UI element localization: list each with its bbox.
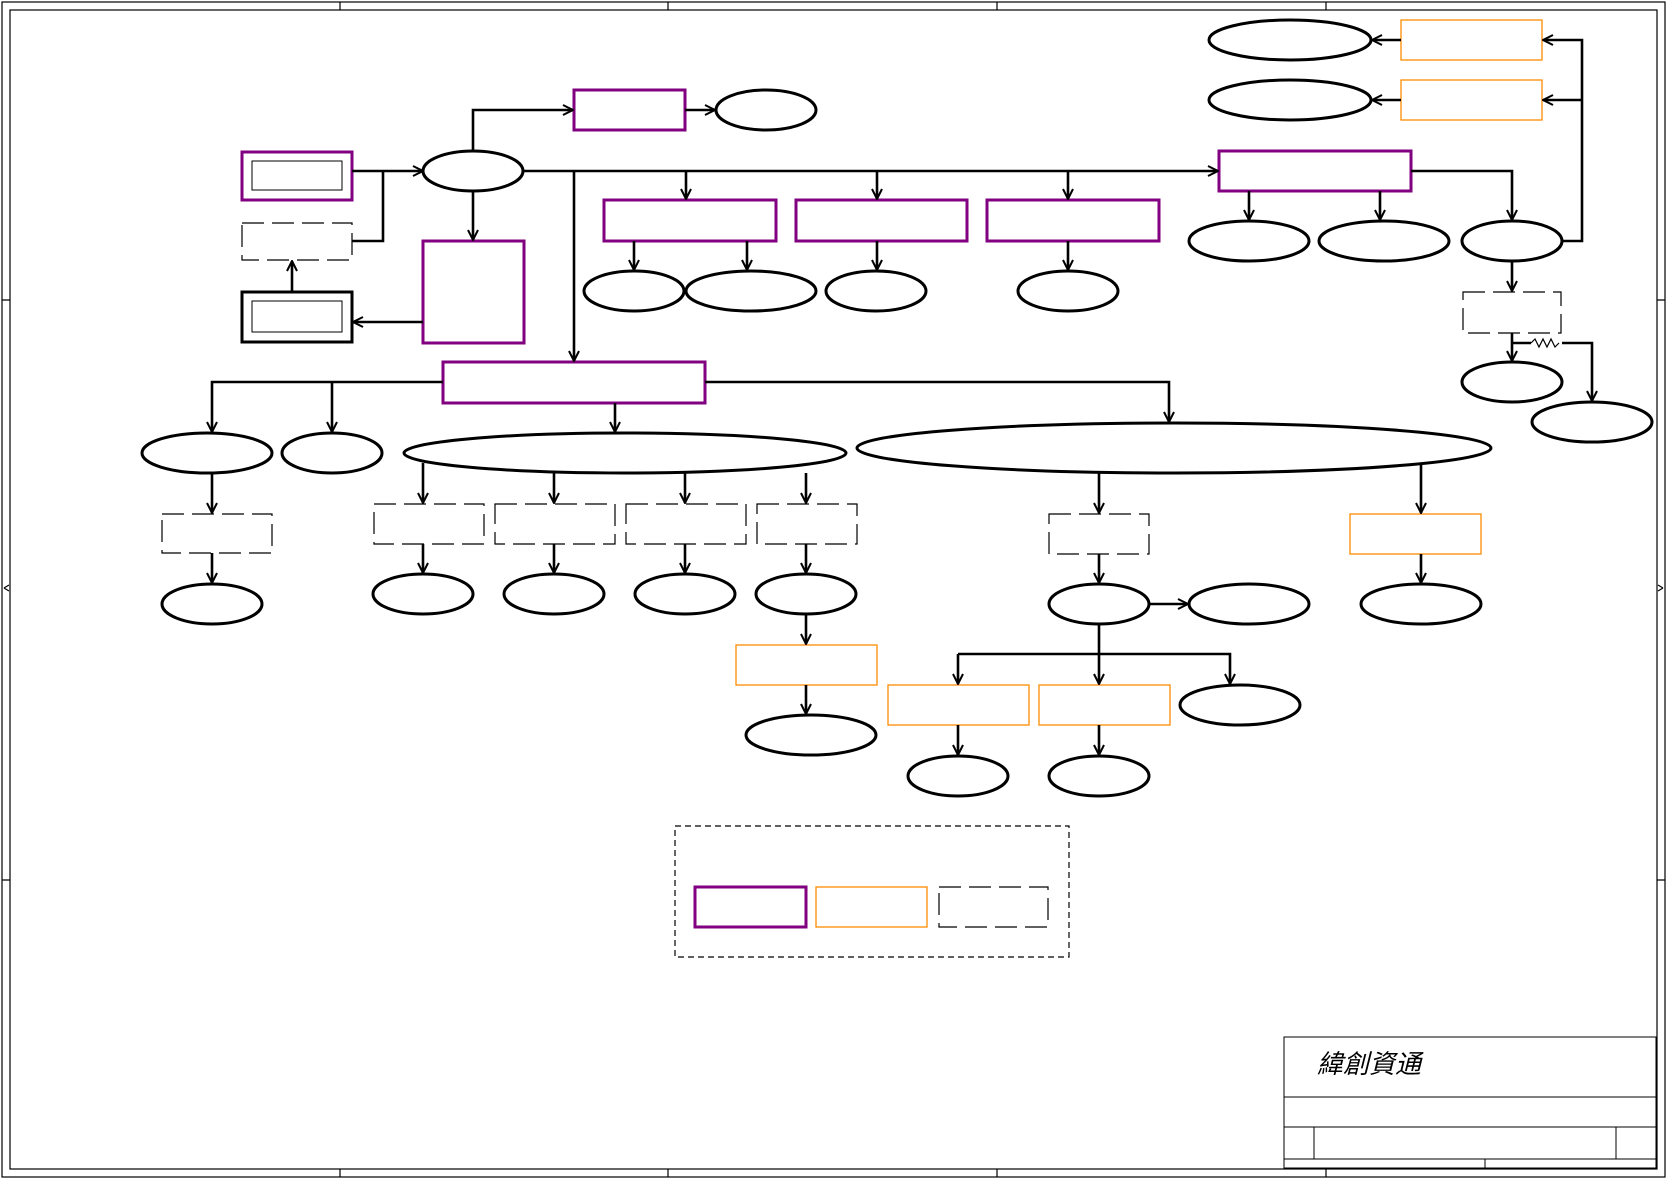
wide-node-right[interactable] — [855, 421, 1493, 475]
hub-node[interactable] — [421, 149, 525, 193]
legend-primary-swatch — [693, 885, 808, 929]
mid-block-2[interactable] — [794, 198, 969, 243]
right-low-node-2[interactable] — [1530, 400, 1654, 444]
left-node-1[interactable] — [140, 431, 274, 475]
node-e-side[interactable] — [1187, 582, 1311, 626]
node-e[interactable] — [1047, 582, 1151, 626]
optional-block-a[interactable] — [373, 503, 485, 545]
right-block[interactable] — [1217, 149, 1413, 193]
node-c[interactable] — [633, 572, 737, 616]
blocks — [140, 18, 1654, 798]
right-node-1[interactable] — [1187, 219, 1311, 263]
legend-optional-swatch — [938, 886, 1049, 928]
mid-block-3[interactable] — [985, 198, 1161, 243]
input-block-top[interactable] — [240, 150, 354, 202]
hub-top-block[interactable] — [572, 88, 687, 132]
secondary-block-f[interactable] — [1349, 513, 1482, 555]
optional-block-d[interactable] — [756, 503, 858, 545]
top-right-block-2[interactable] — [1400, 79, 1543, 121]
secondary-block-e1[interactable] — [887, 684, 1030, 726]
node-d[interactable] — [754, 572, 858, 616]
node-e2[interactable] — [1047, 754, 1151, 798]
node-f[interactable] — [1359, 582, 1483, 626]
secondary-block-d[interactable] — [735, 644, 878, 686]
left-optional-block[interactable] — [161, 513, 273, 554]
optional-block-c[interactable] — [625, 503, 747, 545]
input-block-bottom[interactable] — [240, 290, 354, 344]
mid-node-2[interactable] — [824, 269, 928, 313]
connections — [212, 40, 1592, 755]
top-right-node-2[interactable] — [1207, 78, 1373, 122]
left-node-2[interactable] — [280, 431, 384, 475]
mid-block-1[interactable] — [602, 198, 778, 243]
node-b[interactable] — [502, 572, 606, 616]
node-e1[interactable] — [906, 754, 1010, 798]
hub-top-node[interactable] — [714, 88, 818, 132]
node-d2[interactable] — [744, 713, 878, 757]
input-block-optional[interactable] — [241, 222, 353, 261]
legend-box — [674, 825, 1070, 958]
legend-secondary-swatch — [815, 886, 928, 928]
right-low-node-1[interactable] — [1460, 360, 1564, 404]
node-e3[interactable] — [1178, 683, 1302, 727]
sheet-border — [1, 1, 1666, 1178]
secondary-block-e2[interactable] — [1038, 684, 1171, 726]
schematic-diagram-canvas: 緯創資通 — [1, 1, 1666, 1178]
top-right-node-1[interactable] — [1207, 18, 1373, 62]
company-logo-text: 緯創資通 — [1317, 1050, 1424, 1080]
wide-node-left[interactable] — [402, 431, 848, 475]
mid-node-3[interactable] — [1016, 269, 1120, 313]
mid-node-1b[interactable] — [684, 269, 818, 313]
mid-node-1a[interactable] — [582, 269, 686, 313]
left-node-3[interactable] — [160, 582, 264, 626]
right-node-3[interactable] — [1460, 219, 1564, 263]
top-right-block-1[interactable] — [1400, 19, 1543, 61]
optional-block-b[interactable] — [494, 503, 616, 545]
right-optional-block[interactable] — [1462, 291, 1562, 334]
right-node-2[interactable] — [1317, 219, 1451, 263]
bus-block[interactable] — [441, 360, 707, 405]
hub-down-block[interactable] — [421, 239, 526, 345]
optional-block-e[interactable] — [1048, 513, 1150, 555]
node-a[interactable] — [371, 572, 475, 616]
